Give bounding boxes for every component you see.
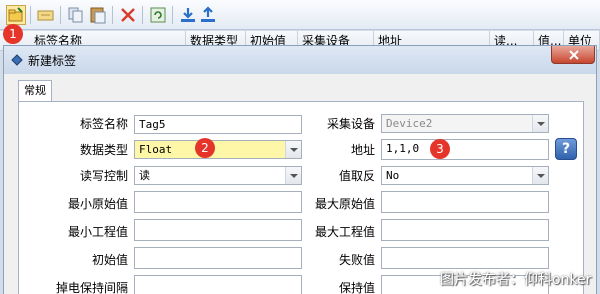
watermark: 图片发布者：仰科onker — [440, 272, 592, 288]
step-marker-2: 2 — [195, 138, 215, 158]
rw-control-value: 读 — [139, 169, 150, 182]
chevron-down-icon[interactable] — [285, 167, 301, 184]
chevron-down-icon[interactable] — [532, 167, 548, 184]
copy-icon[interactable] — [66, 5, 86, 25]
data-type-select[interactable]: Float — [134, 140, 302, 159]
general-panel: 标签名称 Tag5 数据类型 Float 读写控制 读 最小原始值 最小工程值 … — [18, 101, 584, 294]
chevron-down-icon[interactable] — [285, 141, 301, 158]
invert-value: No — [386, 169, 400, 182]
fail-value-input[interactable] — [381, 247, 549, 269]
min-eng-input[interactable] — [134, 219, 302, 241]
max-eng-label: 最大工程值 — [314, 225, 375, 239]
max-eng-input[interactable] — [381, 219, 549, 241]
init-value-label: 初始值 — [91, 253, 128, 267]
dialog-icon — [10, 53, 24, 70]
close-button[interactable] — [551, 46, 595, 64]
device-value: Device2 — [386, 117, 433, 130]
data-type-label: 数据类型 — [79, 143, 128, 157]
retain-interval-input[interactable] — [134, 275, 302, 294]
chevron-down-icon — [532, 115, 548, 132]
retain-interval-label: 掉电保持间隔 — [55, 281, 128, 294]
min-eng-label: 最小工程值 — [67, 225, 128, 239]
rw-control-label: 读写控制 — [79, 169, 128, 183]
tag-name-label: 标签名称 — [79, 117, 128, 131]
toolbar-separator — [112, 6, 113, 24]
init-value-input[interactable] — [134, 247, 302, 269]
help-button[interactable]: ? — [555, 138, 577, 160]
toolbar-separator — [60, 6, 61, 24]
device-select: Device2 — [381, 114, 549, 133]
step-marker-1: 1 — [3, 24, 23, 44]
export-icon[interactable] — [198, 5, 218, 25]
device-label: 采集设备 — [326, 117, 375, 131]
dialog-titlebar[interactable]: 新建标签 — [4, 46, 596, 74]
new-tag-icon[interactable] — [6, 5, 26, 25]
max-raw-label: 最大原始值 — [314, 197, 375, 211]
fail-value-label: 失败值 — [338, 253, 375, 267]
edit-icon[interactable] — [36, 5, 56, 25]
address-label: 地址 — [350, 143, 375, 157]
max-raw-input[interactable] — [381, 191, 549, 213]
invert-select[interactable]: No — [381, 166, 549, 185]
invert-label: 值取反 — [338, 169, 375, 183]
step-marker-3: 3 — [430, 139, 450, 159]
min-raw-label: 最小原始值 — [67, 197, 128, 211]
data-type-value: Float — [139, 143, 173, 156]
address-input[interactable]: 1,1,0 — [381, 139, 549, 160]
toolbar — [0, 0, 600, 30]
tag-name-input[interactable]: Tag5 — [134, 115, 302, 134]
new-tag-dialog: 新建标签 常规 标签名称 Tag5 数据类型 Float 读写控制 读 最小原始… — [3, 45, 597, 294]
toolbar-separator — [172, 6, 173, 24]
tab-general[interactable]: 常规 — [18, 80, 52, 102]
rw-control-select[interactable]: 读 — [134, 166, 302, 185]
hold-value-label: 保持值 — [338, 281, 375, 294]
refresh-icon[interactable] — [148, 5, 168, 25]
min-raw-input[interactable] — [134, 191, 302, 213]
toolbar-separator — [142, 6, 143, 24]
dialog-title: 新建标签 — [28, 54, 77, 68]
toolbar-separator — [30, 6, 31, 24]
paste-icon[interactable] — [88, 5, 108, 25]
import-icon[interactable] — [178, 5, 198, 25]
delete-icon[interactable] — [118, 5, 138, 25]
